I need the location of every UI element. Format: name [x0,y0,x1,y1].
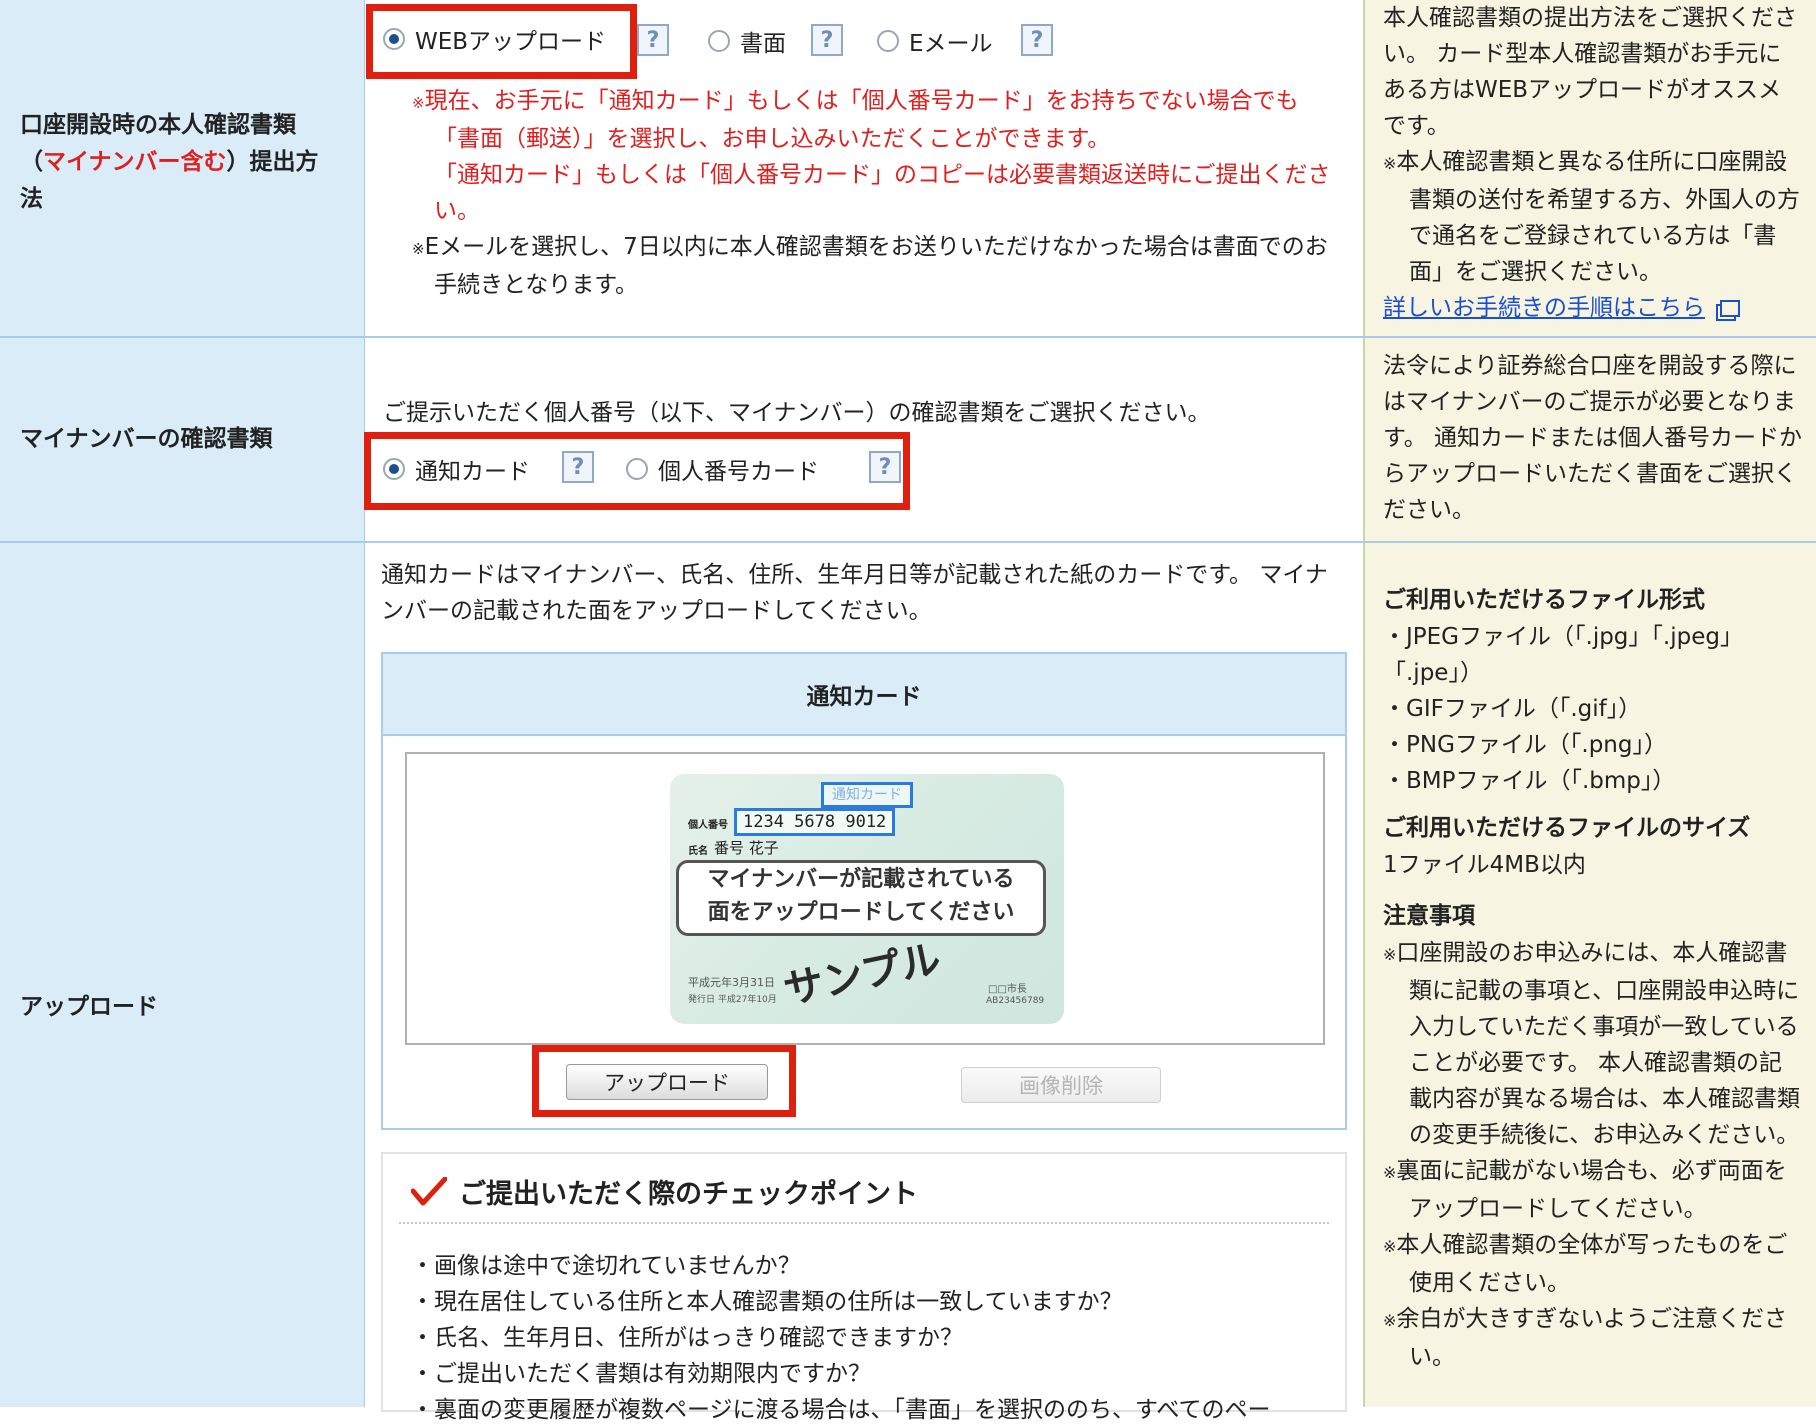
card-name-label: 氏名 [688,846,708,857]
checkpoint-title: ご提出いただく際のチェックポイント [410,1172,918,1211]
note-text: 口座開設のお申込みには、本人確認書類に記載の事項と、口座開設申込時に入力していた… [1396,940,1800,1148]
checkpoint-panel: ご提出いただく際のチェックポイント ・画像は途中で途切れていませんか？ ・現在居… [381,1152,1347,1423]
note-mark: ※ [1383,1237,1397,1256]
card-number: 1234 5678 9012 [734,808,896,836]
checkpoint-title-text: ご提出いただく際のチェックポイント [459,1179,918,1210]
label-text-part: 法 [20,186,43,212]
highlight-web-upload [366,4,637,79]
note-mark: ※ [412,94,425,112]
submission-notes: ※現在、お手元に「通知カード」もしくは「個人番号カード」をお持ちでない場合でも「… [412,83,1342,303]
note-text: Eメールを選択し、7日以内に本人確認書類をお送りいただけなかった場合は書面でのお… [424,234,1328,298]
label-text-part: 口座開設時の本人確認書類 [20,112,296,138]
radio-paper[interactable]: 書面 [708,24,786,58]
checkpoint-item: ・現在居住している住所と本人確認書類の住所は一致していますか？ [411,1289,1123,1315]
formats-title: ご利用いただけるファイル形式 [1383,587,1705,613]
highlight-upload-button [532,1045,796,1117]
format-jpeg: ・JPEGファイル（「.jpg」「.jpeg」「.jpe」） [1383,624,1743,686]
checkpoint-list: ・画像は途中で途切れていませんか？ ・現在居住している住所と本人確認書類の住所は… [411,1248,1271,1428]
checkpoint-divider [399,1222,1329,1224]
card-name: 番号 花子 [714,839,779,857]
label-paren-open: （ [20,149,43,175]
note-mark: ※ [1383,154,1397,173]
format-png: ・PNGファイル（「.png」） [1383,732,1667,758]
notes-title: 注意事項 [1383,903,1475,929]
upload-help-cell: ご利用いただけるファイル形式 ・JPEGファイル（「.jpg」「.jpeg」「.… [1363,543,1816,1407]
caution-note: ※余白が大きすぎないようご注意ください。 [1383,1301,1802,1375]
checkpoint-item: ・氏名、生年月日、住所がはっきり確認できますか？ [411,1325,963,1351]
upload-label: アップロード [20,994,158,1020]
help-paragraph: 本人確認書類の提出方法をご選択ください。 カード型本人確認書類がお手元にある方は… [1383,5,1797,139]
card-speech-bubble: マイナンバーが記載されている 面をアップロードしてください [676,860,1046,936]
card-sample-watermark: サンプル [779,935,945,1014]
card-serial: AB23456789 [986,996,1045,1006]
row-label-cell: マイナンバーの確認書類 [0,338,365,542]
submission-help-cell: 本人確認書類の提出方法をご選択ください。 カード型本人確認書類がお手元にある方は… [1363,0,1816,338]
mynumber-help-cell: 法令により証券総合口座を開設する際にはマイナンバーのご提示が必要となります。 通… [1363,338,1816,542]
upload-help-text: ご利用いただけるファイル形式 ・JPEGファイル（「.jpg」「.jpeg」「.… [1383,571,1802,1375]
bubble-line: 面をアップロードしてください [707,900,1015,925]
external-window-icon[interactable] [1720,300,1741,317]
submission-method-label: 口座開設時の本人確認書類 （マイナンバー含む）提出方 法 [20,107,319,218]
note-mark: ※ [1383,945,1397,964]
checkpoint-item: ・画像は途中で途切れていませんか？ [411,1253,801,1279]
note-red-2: 「通知カード」もしくは「個人番号カード」のコピーは必要書類返送時にご提出ください… [412,157,1342,229]
label-red-mynumber: マイナンバー含む [43,149,227,175]
note-text: 現在、お手元に「通知カード」もしくは「個人番号カード」をお持ちでない場合でも「書… [424,88,1299,152]
checkpoint-item: ・裏面の変更履歴が複数ページに渡る場合は、「書面」を選択ののち、すべてのペー [411,1397,1271,1423]
upload-card-panel: 通知カード 通知カード 個人番号 1234 5678 9012 氏名 番号 花子… [381,652,1347,1130]
note-red-1: ※現在、お手元に「通知カード」もしくは「個人番号カード」をお持ちでない場合でも「… [412,83,1342,157]
help-link-line: 詳しいお手続きの手順はこちら [1383,290,1802,326]
highlight-mynumber-options [364,432,910,510]
radio-label: 書面 [740,31,786,57]
delete-image-button[interactable]: 画像削除 [961,1067,1161,1103]
note-text: 裏面に記載がない場合も、必ず両面をアップロードしてください。 [1396,1158,1787,1222]
note-text: 本人確認書類の全体が写ったものをご使用ください。 [1396,1232,1788,1296]
mynumber-prompt: ご提示いただく個人番号（以下、マイナンバー）の確認書類をご選択ください。 [383,400,1211,426]
sample-card-image: 通知カード 個人番号 1234 5678 9012 氏名 番号 花子 マイナンバ… [670,774,1064,1024]
note-mark: ※ [1383,1311,1397,1330]
radio-button[interactable] [708,30,730,52]
image-preview: 通知カード 個人番号 1234 5678 9012 氏名 番号 花子 マイナンバ… [405,752,1325,1045]
note-mark: ※ [412,240,425,258]
radio-email[interactable]: Eメール [877,24,993,58]
procedure-link[interactable]: 詳しいお手続きの手順はこちら [1383,295,1705,321]
radio-label: Eメール [909,31,993,57]
note-text: 「通知カード」もしくは「個人番号カード」のコピーは必要書類返送時にご提出ください… [434,162,1331,224]
size-title: ご利用いただけるファイルのサイズ [1383,815,1751,841]
note-email: ※Eメールを選択し、7日以内に本人確認書類をお送りいただけなかった場合は書面での… [412,229,1342,303]
caution-note: ※裏面に記載がない場合も、必ず両面をアップロードしてください。 [1383,1153,1802,1227]
row-submission-method: 口座開設時の本人確認書類 （マイナンバー含む）提出方 法 WEBアップロード ?… [0,0,1816,338]
note-mark: ※ [1383,1163,1397,1182]
mynumber-help-text: 法令により証券総合口座を開設する際にはマイナンバーのご提示が必要となります。 通… [1383,353,1803,523]
format-gif: ・GIFファイル（「.gif」） [1383,696,1642,722]
caution-note: ※口座開設のお申込みには、本人確認書類に記載の事項と、口座開設申込時に入力してい… [1383,935,1802,1153]
checkmark-icon [410,1176,448,1207]
card-number-label: 個人番号 [688,820,728,831]
mynumber-label: マイナンバーの確認書類 [20,426,273,452]
row-label-cell: 口座開設時の本人確認書類 （マイナンバー含む）提出方 法 [0,0,365,338]
card-tag: 通知カード [821,782,913,808]
caution-note: ※本人確認書類の全体が写ったものをご使用ください。 [1383,1227,1802,1301]
note-text: 本人確認書類と異なる住所に口座開設書類の送付を希望する方、外国人の方で通名をご登… [1396,149,1800,285]
card-mayor: □□市長 [988,984,1027,995]
row-label-cell: アップロード [0,543,365,1407]
help-question-icon[interactable]: ? [811,24,843,56]
card-panel-title: 通知カード [383,654,1345,736]
upload-intro: 通知カードはマイナンバー、氏名、住所、生年月日等が記載された紙のカードです。 マ… [381,562,1328,624]
radio-button[interactable] [877,30,899,52]
card-issue-date: 発行日 平成27年10月 [688,995,777,1005]
card-date: 平成元年3月31日 [688,976,775,989]
help-note: ※本人確認書類と異なる住所に口座開設書類の送付を希望する方、外国人の方で通名をご… [1383,144,1802,290]
format-bmp: ・BMPファイル（「.bmp」） [1383,768,1676,794]
note-text: 余白が大きすぎないようご注意ください。 [1396,1306,1787,1370]
submission-help-text: 本人確認書類の提出方法をご選択ください。 カード型本人確認書類がお手元にある方は… [1383,0,1802,326]
size-value: 1ファイル4MB以内 [1383,852,1586,878]
help-question-icon[interactable]: ? [1021,24,1053,56]
help-question-icon[interactable]: ? [637,24,669,56]
checkpoint-item: ・ご提出いただく書類は有効期限内ですか？ [411,1361,871,1387]
label-text-part: ）提出方 [226,149,319,175]
bubble-line: マイナンバーが記載されている [707,867,1015,892]
